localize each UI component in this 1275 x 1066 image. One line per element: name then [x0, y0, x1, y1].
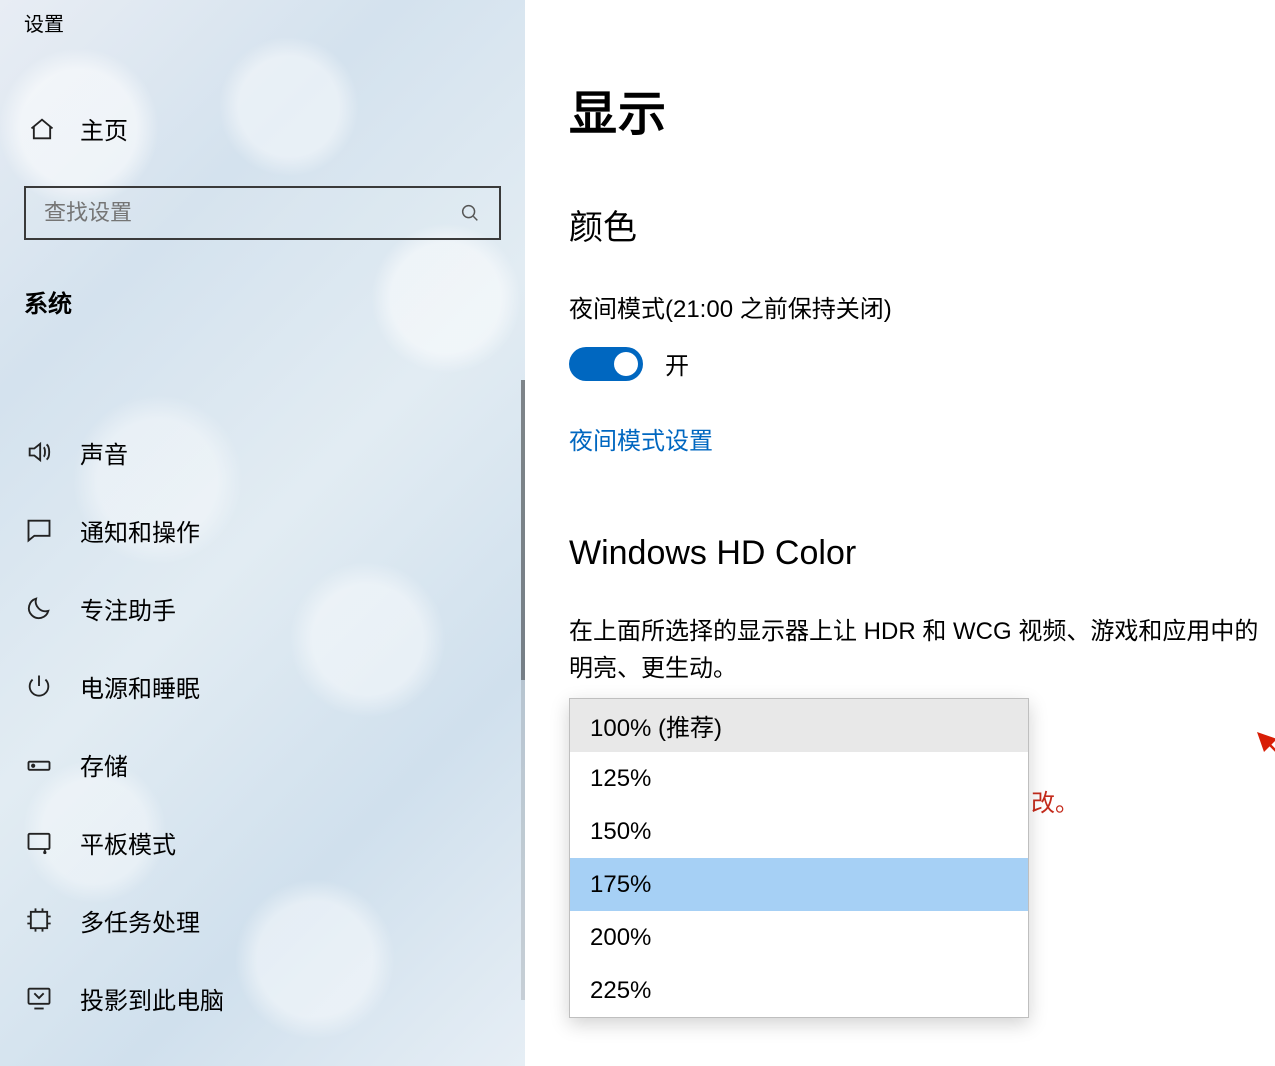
- night-mode-label: 夜间模式(21:00 之前保持关闭): [569, 289, 1275, 324]
- nav-item-notifications[interactable]: 通知和操作: [0, 491, 525, 569]
- scale-option-100[interactable]: 100% (推荐): [570, 699, 1028, 752]
- search-box[interactable]: [24, 186, 501, 240]
- power-icon: [24, 671, 54, 701]
- sidebar: 设置 主页 系统: [0, 0, 525, 1066]
- nav-item-storage[interactable]: 存储: [0, 725, 525, 803]
- scale-option-150[interactable]: 150%: [570, 805, 1028, 858]
- night-mode-settings-link[interactable]: 夜间模式设置: [569, 421, 713, 456]
- nav-item-label: 通知和操作: [80, 513, 200, 548]
- search-input[interactable]: [44, 200, 459, 226]
- nav-item-focus-assist[interactable]: 专注助手: [0, 569, 525, 647]
- nav-item-label: 声音: [80, 435, 128, 470]
- nav-item-label: 存储: [80, 747, 128, 782]
- scale-option-125[interactable]: 125%: [570, 752, 1028, 805]
- section-hd-color: Windows HD Color: [569, 534, 1275, 573]
- window-title: 设置: [0, 0, 525, 37]
- nav-item-multitasking[interactable]: 多任务处理: [0, 881, 525, 959]
- nav-item-sound[interactable]: 声音: [0, 413, 525, 491]
- home-icon: [28, 115, 56, 143]
- nav-item-label: 电源和睡眠: [80, 669, 200, 704]
- nav-home-label: 主页: [80, 111, 128, 146]
- truncated-red-text: 改。: [1031, 783, 1079, 818]
- nav-item-label: 多任务处理: [80, 903, 200, 938]
- nav-item-label: 专注助手: [80, 591, 176, 626]
- drive-icon: [24, 749, 54, 779]
- nav-item-power-sleep[interactable]: 电源和睡眠: [0, 647, 525, 725]
- scale-option-200[interactable]: 200%: [570, 911, 1028, 964]
- scale-dropdown[interactable]: 100% (推荐) 125% 150% 175% 200% 225%: [569, 698, 1029, 1018]
- hd-color-description: 在上面所选择的显示器上让 HDR 和 WCG 视频、游戏和应用中的明亮、更生动。: [569, 613, 1275, 687]
- nav-item-projecting[interactable]: 投影到此电脑: [0, 959, 525, 1037]
- project-icon: [24, 983, 54, 1013]
- page-title: 显示: [569, 74, 1275, 144]
- main-panel: 显示 颜色 夜间模式(21:00 之前保持关闭) 开 夜间模式设置 Window…: [525, 0, 1275, 1066]
- nav-home[interactable]: 主页: [0, 111, 525, 146]
- night-mode-toggle-state: 开: [665, 346, 689, 381]
- section-color: 颜色: [569, 200, 1275, 249]
- tablet-icon: [24, 827, 54, 857]
- nav-item-label: 投影到此电脑: [80, 981, 224, 1016]
- nav-item-tablet-mode[interactable]: 平板模式: [0, 803, 525, 881]
- scale-option-175[interactable]: 175%: [570, 858, 1028, 911]
- timeline-icon: [24, 905, 54, 935]
- annotation-arrow-icon: [1255, 730, 1275, 820]
- chat-icon: [24, 515, 54, 545]
- night-mode-toggle[interactable]: [569, 347, 643, 381]
- nav-list: 声音 通知和操作 专注助手: [0, 413, 525, 1037]
- speaker-icon: [24, 437, 54, 467]
- nav-section-title: 系统: [0, 284, 525, 319]
- scale-option-225[interactable]: 225%: [570, 964, 1028, 1017]
- moon-icon: [24, 593, 54, 623]
- nav-item-label: 平板模式: [80, 825, 176, 860]
- search-icon: [459, 202, 481, 224]
